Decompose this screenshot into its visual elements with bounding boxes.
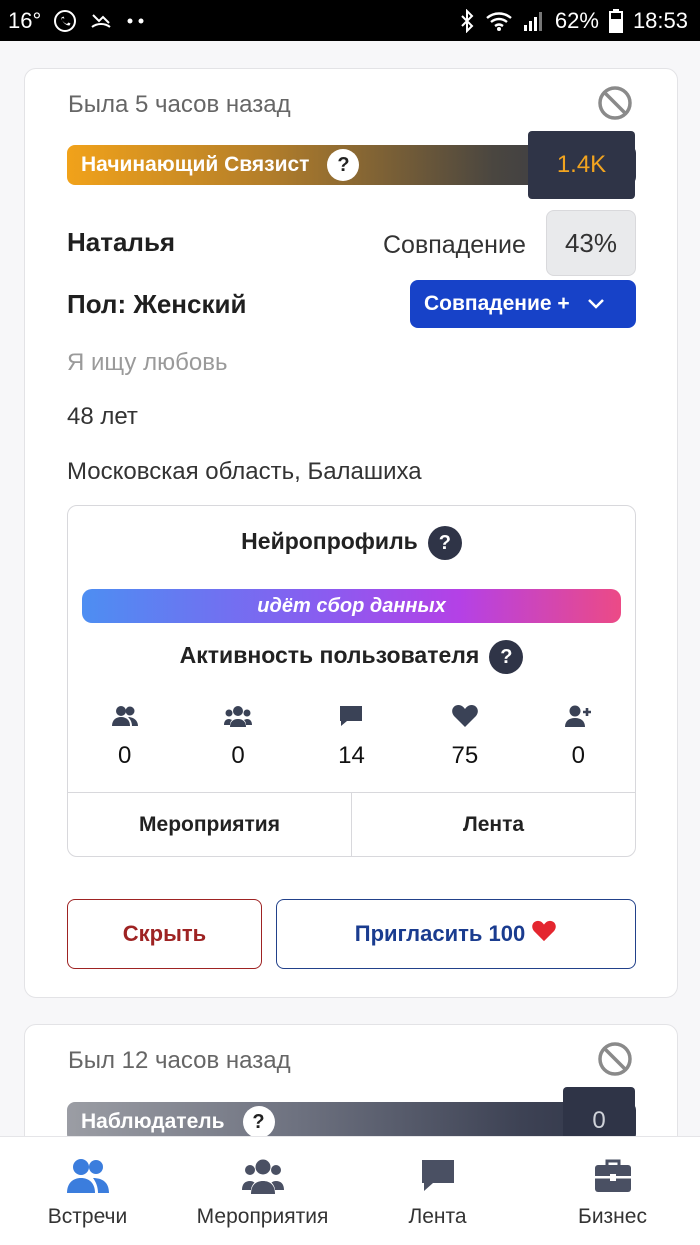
stat-add-user[interactable]: 0 — [522, 704, 635, 770]
last-seen: Была 5 часов назад — [68, 91, 291, 118]
nav-item-business[interactable]: Бизнес — [525, 1137, 700, 1245]
signal-icon — [523, 10, 545, 32]
stat-value: 0 — [231, 742, 245, 769]
comment-icon — [421, 1160, 454, 1191]
profile-location: Московская область, Балашиха — [67, 458, 422, 485]
stat-comments[interactable]: 14 — [295, 704, 408, 770]
battery-icon — [608, 9, 623, 33]
block-icon[interactable] — [597, 85, 633, 121]
data-collection-status: идёт сбор данных — [257, 594, 446, 617]
neuroprofile-tabs: Мероприятия Лента — [68, 792, 635, 856]
match-label: Совпадение — [383, 231, 526, 259]
stat-value: 0 — [571, 742, 585, 769]
level-title: Начинающий Связист — [81, 153, 310, 176]
hide-button[interactable]: Скрыть — [67, 899, 262, 969]
neuroprofile-title: Нейропрофиль — [241, 528, 418, 555]
neuroprofile-heading: Нейропрофиль? — [68, 526, 635, 560]
nav-label: Лента — [408, 1205, 467, 1228]
group-icon — [241, 1159, 284, 1194]
profile-card: Была 5 часов назад Начинающий Связист ? … — [24, 68, 678, 998]
last-seen: Был 12 часов назад — [68, 1047, 291, 1074]
level-help-icon[interactable]: ? — [327, 149, 360, 181]
bottom-nav: Встречи Мероприятия Лента Бизнес — [0, 1136, 700, 1245]
match-plus-label: Совпадение + — [424, 292, 570, 315]
stat-likes[interactable]: 75 — [408, 704, 521, 770]
level-score: 1.4K — [528, 131, 635, 199]
seeking-text: Я ищу любовь — [67, 349, 228, 376]
heart-icon — [452, 705, 478, 727]
nav-label: Мероприятия — [196, 1205, 329, 1228]
status-bar: 16° 62% 18:53 — [0, 0, 700, 41]
nav-label: Бизнес — [578, 1205, 647, 1228]
group-icon — [224, 706, 253, 727]
stat-value: 0 — [118, 742, 132, 769]
bluetooth-icon — [459, 9, 475, 33]
more-notifications-icon — [125, 16, 149, 26]
comment-icon — [340, 706, 363, 726]
neuroprofile-panel: Нейропрофиль? идёт сбор данных Активност… — [67, 505, 636, 857]
profile-gender: Пол: Женский — [67, 289, 247, 319]
invite-button[interactable]: Пригласить 100 — [276, 899, 636, 969]
nav-label: Встречи — [47, 1205, 128, 1228]
stat-value: 14 — [338, 742, 365, 769]
tab-events[interactable]: Мероприятия — [68, 793, 351, 856]
wifi-icon — [485, 10, 513, 32]
block-icon[interactable] — [597, 1041, 633, 1077]
clock: 18:53 — [632, 8, 688, 33]
stat-group[interactable]: 0 — [181, 704, 294, 770]
friends-icon — [111, 706, 138, 726]
whatsapp-icon — [53, 9, 77, 33]
heart-emoji-icon — [531, 920, 557, 948]
data-collection-bar: идёт сбор данных — [82, 589, 621, 623]
missed-call-icon — [89, 9, 113, 33]
briefcase-icon — [594, 1159, 631, 1192]
temperature: 16° — [8, 8, 42, 33]
match-value: 43% — [546, 210, 636, 276]
invite-label: Пригласить 100 — [354, 921, 526, 946]
level-help-icon[interactable]: ? — [242, 1106, 275, 1138]
nav-item-feed[interactable]: Лента — [350, 1137, 525, 1245]
match-plus-button[interactable]: Совпадение + — [410, 280, 636, 328]
tab-feed[interactable]: Лента — [351, 793, 635, 856]
battery-percent: 62% — [554, 8, 599, 33]
screen: 16° 62% 18:53 Была 5 часов назад Начинаю… — [0, 0, 700, 1245]
stat-value: 75 — [451, 742, 479, 769]
activity-title: Активность пользователя — [179, 642, 480, 669]
activity-heading: Активность пользователя? — [68, 640, 635, 674]
activity-help-icon[interactable]: ? — [489, 640, 524, 674]
neuroprofile-help-icon[interactable]: ? — [427, 526, 462, 560]
nav-item-events[interactable]: Мероприятия — [175, 1137, 350, 1245]
activity-stats: 0 0 14 75 0 — [68, 704, 635, 770]
nav-item-meetings[interactable]: Встречи — [0, 1137, 175, 1245]
chevron-down-icon — [586, 297, 606, 311]
level-title: Наблюдатель — [81, 1110, 225, 1133]
stat-friends[interactable]: 0 — [68, 704, 181, 770]
profile-name: Наталья — [67, 227, 176, 257]
profile-age: 48 лет — [67, 403, 138, 430]
add-user-icon — [565, 705, 592, 727]
users-icon — [66, 1159, 109, 1193]
